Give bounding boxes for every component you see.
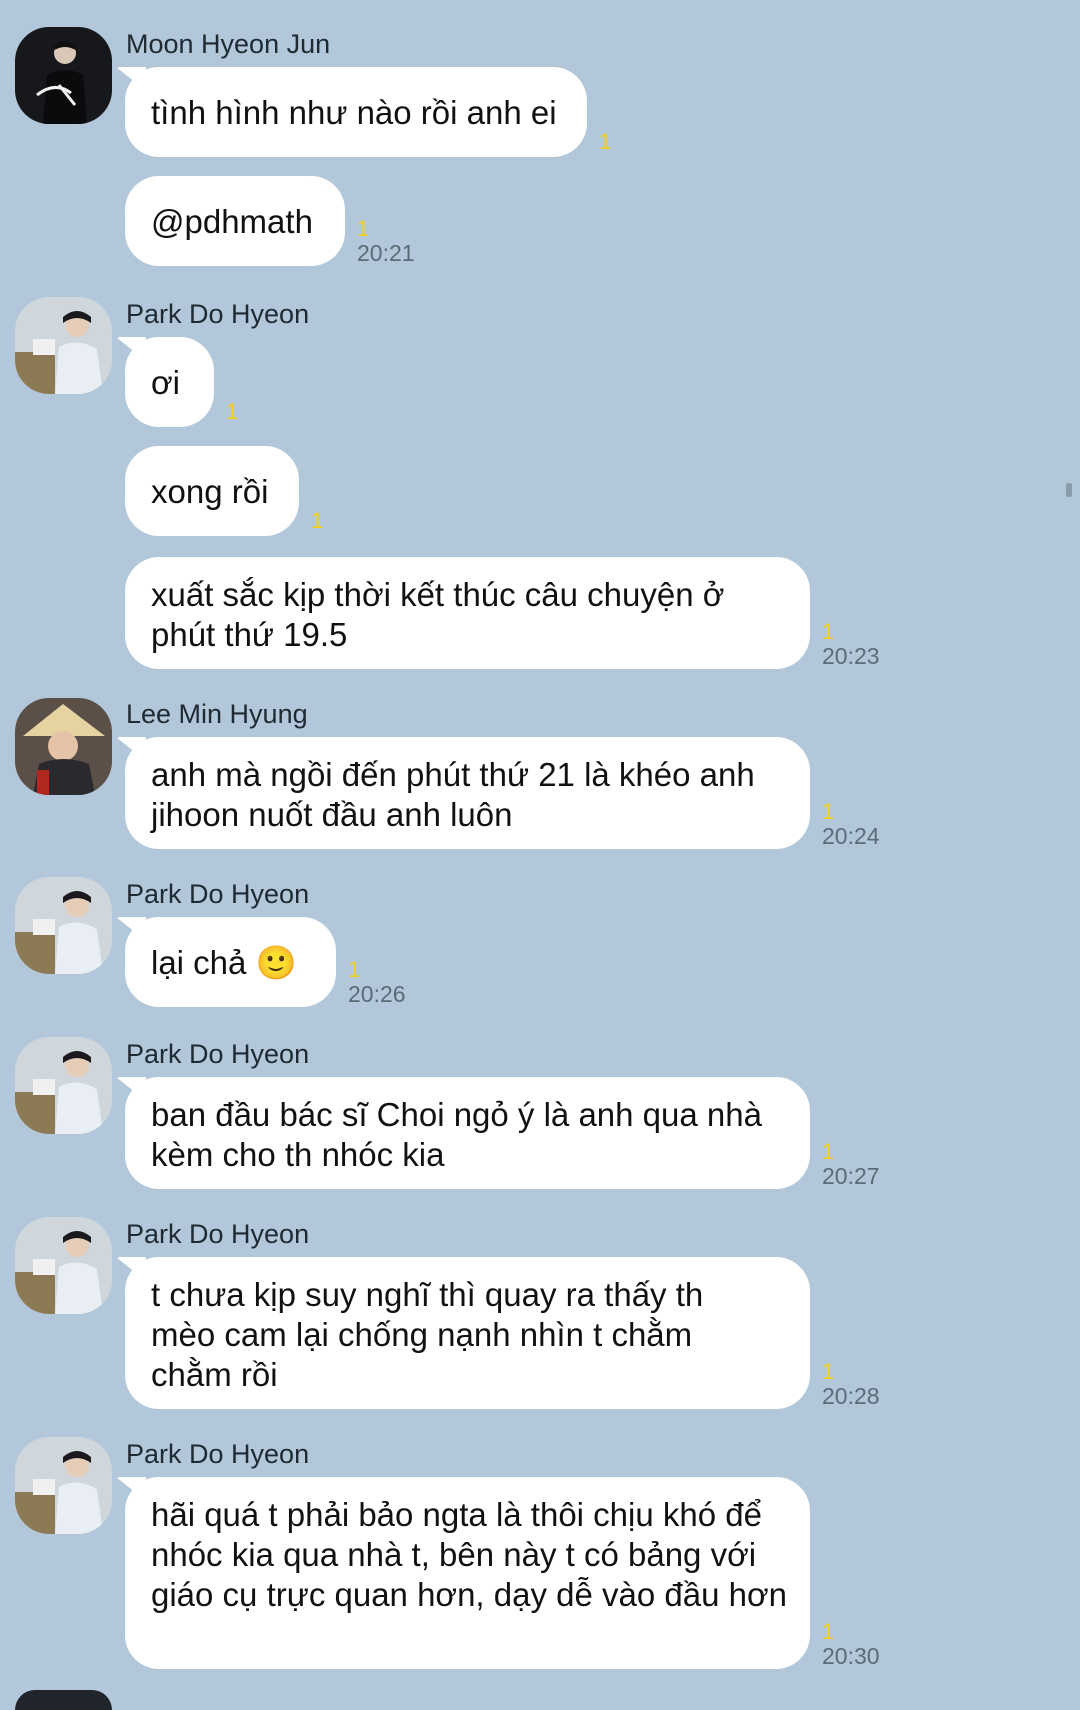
message-text: hãi quá t phải bảo ngta là thôi chịu khó… [151, 1496, 787, 1613]
message-text: ban đầu bác sĩ Choi ngỏ ý là anh qua nhà… [151, 1096, 762, 1173]
message-row: lại chả 🙂 1 20:26 [125, 917, 406, 1007]
message-text: ơi [151, 364, 180, 401]
message-text: @pdhmath [151, 203, 313, 240]
avatar-park-do-hyeon-icon[interactable] [15, 1217, 112, 1314]
message-row: t chưa kịp suy nghĩ thì quay ra thấy th … [125, 1257, 880, 1409]
message-row: anh mà ngồi đến phút thứ 21 là khéo anh … [125, 737, 880, 849]
message-time: 20:23 [822, 643, 880, 669]
message-bubble[interactable]: xong rồi [125, 446, 299, 536]
message-meta: 1 [311, 510, 323, 532]
unread-count: 1 [357, 216, 370, 241]
avatar-lee-min-hyung-icon[interactable] [15, 698, 112, 795]
avatar-park-do-hyeon-icon[interactable] [15, 1037, 112, 1134]
sender-name: Park Do Hyeon [126, 1439, 310, 1469]
unread-count: 1 [822, 1619, 835, 1644]
message-bubble[interactable]: lại chả 🙂 [125, 917, 336, 1007]
unread-count: 1 [822, 1139, 835, 1164]
avatar-park-do-hyeon-icon[interactable] [15, 297, 112, 394]
message-row: @pdhmath 1 20:21 [125, 176, 415, 266]
message-bubble[interactable]: anh mà ngồi đến phút thứ 21 là khéo anh … [125, 737, 810, 849]
message-row: ban đầu bác sĩ Choi ngỏ ý là anh qua nhà… [125, 1077, 880, 1189]
avatar-park-do-hyeon-icon[interactable] [15, 1437, 112, 1534]
avatar-moon-hyeon-jun-icon[interactable] [15, 27, 112, 124]
message-bubble[interactable]: xuất sắc kịp thời kết thúc câu chuyện ở … [125, 557, 810, 669]
message-row: xong rồi 1 [125, 446, 323, 536]
message-text: anh mà ngồi đến phút thứ 21 là khéo anh … [151, 756, 755, 833]
message-meta: 1 20:21 [357, 216, 415, 267]
message-meta: 1 20:26 [348, 957, 406, 1008]
message-time: 20:30 [822, 1643, 880, 1669]
sender-name: Lee Min Hyung [126, 699, 308, 729]
scroll-indicator[interactable] [1066, 483, 1072, 497]
message-text: xong rồi [151, 473, 269, 510]
avatar-park-do-hyeon-icon[interactable] [15, 877, 112, 974]
sender-name: Moon Hyeon Jun [126, 29, 331, 59]
message-bubble[interactable]: t chưa kịp suy nghĩ thì quay ra thấy th … [125, 1257, 810, 1409]
message-time: 20:24 [822, 823, 880, 849]
sender-name: Park Do Hyeon [126, 299, 310, 329]
message-bubble[interactable]: hãi quá t phải bảo ngta là thôi chịu khó… [125, 1477, 810, 1669]
unread-count: 1 [822, 799, 835, 824]
message-meta: 1 [226, 401, 238, 423]
unread-count: 1 [311, 508, 324, 533]
message-meta: 1 20:23 [822, 619, 880, 670]
sender-name: Park Do Hyeon [126, 879, 310, 909]
message-row: tình hình như nào rồi anh ei 1 [125, 67, 611, 157]
message-text: t chưa kịp suy nghĩ thì quay ra thấy th … [151, 1276, 704, 1393]
next-avatar-partial [15, 1690, 112, 1710]
message-text: xuất sắc kịp thời kết thúc câu chuyện ở … [151, 576, 725, 653]
message-meta: 1 20:28 [822, 1359, 880, 1410]
message-meta: 1 20:30 [822, 1619, 880, 1670]
message-meta: 1 20:27 [822, 1139, 880, 1190]
message-time: 20:26 [348, 981, 406, 1007]
message-row: hãi quá t phải bảo ngta là thôi chịu khó… [125, 1477, 880, 1669]
message-meta: 1 20:24 [822, 799, 880, 850]
unread-count: 1 [348, 957, 361, 982]
message-text: tình hình như nào rồi anh ei [151, 94, 557, 131]
message-time: 20:27 [822, 1163, 880, 1189]
unread-count: 1 [599, 129, 612, 154]
message-row: xuất sắc kịp thời kết thúc câu chuyện ở … [125, 557, 880, 669]
message-bubble[interactable]: tình hình như nào rồi anh ei [125, 67, 587, 157]
message-row: ơi 1 [125, 337, 238, 427]
message-time: 20:21 [357, 240, 415, 266]
message-meta: 1 [599, 131, 611, 153]
message-text: lại chả 🙂 [151, 944, 297, 981]
message-bubble[interactable]: ban đầu bác sĩ Choi ngỏ ý là anh qua nhà… [125, 1077, 810, 1189]
message-time: 20:28 [822, 1383, 880, 1409]
message-bubble[interactable]: ơi [125, 337, 214, 427]
message-bubble[interactable]: @pdhmath [125, 176, 345, 266]
chat-room: Moon Hyeon Jun tình hình như nào rồi anh… [0, 0, 1080, 1710]
sender-name: Park Do Hyeon [126, 1039, 310, 1069]
sender-name: Park Do Hyeon [126, 1219, 310, 1249]
unread-count: 1 [822, 1359, 835, 1384]
unread-count: 1 [822, 619, 835, 644]
unread-count: 1 [226, 399, 239, 424]
